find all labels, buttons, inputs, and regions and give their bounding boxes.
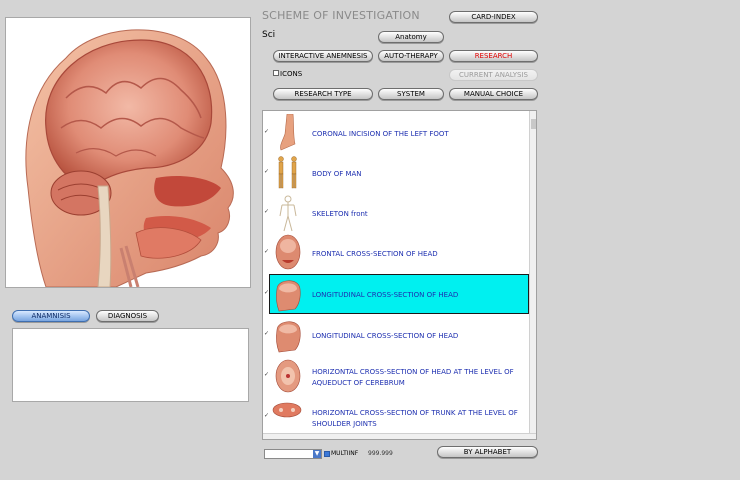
- list-item-label: FRONTAL CROSS-SECTION OF HEAD: [312, 250, 438, 258]
- head-sagittal-section-image: [25, 29, 234, 288]
- research-button[interactable]: RESEARCH: [449, 50, 538, 62]
- system-button[interactable]: SYSTEM: [378, 88, 444, 100]
- anatomy-button[interactable]: Anatomy: [378, 31, 444, 43]
- by-alphabet-button[interactable]: BY ALPHABET: [437, 446, 538, 458]
- list-item-label: CORONAL INCISION OF THE LEFT FOOT: [312, 130, 449, 138]
- list-horizontal-scrollbar[interactable]: [263, 433, 536, 439]
- dropdown-arrow-icon[interactable]: ▼: [313, 450, 321, 458]
- longitudinal-head-thumbnail-icon: [276, 280, 301, 312]
- list-item[interactable]: ✓ LONGITUDINAL CROSS-SECTION OF HEAD: [263, 315, 529, 355]
- horizontal-head-thumbnail-icon: [275, 359, 301, 393]
- list-item-label: LONGITUDINAL CROSS-SECTION OF HEAD: [312, 291, 459, 299]
- longitudinal-head-thumbnail-icon: [276, 321, 301, 353]
- scroll-thumb[interactable]: [531, 119, 536, 129]
- list-item[interactable]: ✓ FRONTAL CROSS-SECTION OF HEAD: [263, 233, 529, 273]
- current-analysis-button[interactable]: CURRENT ANALYSIS: [449, 69, 538, 81]
- foot-thumbnail-icon: [280, 114, 296, 151]
- check-icon: ✓: [264, 289, 270, 296]
- multiinf-label: MULTIINF: [331, 450, 359, 457]
- auto-therapy-button[interactable]: AUTO-THERAPY: [378, 50, 444, 62]
- list-item-label: BODY OF MAN: [312, 170, 362, 178]
- card-index-button[interactable]: CARD-INDEX: [449, 11, 538, 23]
- list-item-selected[interactable]: ✓ LONGITUDINAL CROSS-SECTION OF HEAD: [263, 274, 529, 314]
- value-readout: 999.999: [368, 450, 393, 457]
- list-item[interactable]: ✓ CORONAL INCISION OF THE LEFT FOOT: [263, 113, 529, 153]
- icons-label: ICONS: [280, 70, 303, 78]
- multiinf-checkbox[interactable]: [324, 451, 330, 457]
- list-item-label: HORIZONTAL CROSS-SECTION OF HEAD AT THE …: [312, 368, 514, 387]
- list-item[interactable]: ✓ HORIZONTAL CROSS-SECTION OF TRUNK AT T…: [263, 397, 529, 437]
- interactive-anamnesis-button[interactable]: INTERACTIVE ANEMNESIS: [273, 50, 373, 62]
- page-title: SCHEME OF INVESTIGATION: [262, 9, 420, 22]
- anamnesis-tab[interactable]: ANAMNISIS: [12, 310, 90, 322]
- list-item-label: LONGITUDINAL CROSS-SECTION OF HEAD: [312, 332, 459, 340]
- check-icon: ✓: [264, 208, 270, 215]
- check-icon: ✓: [264, 168, 270, 175]
- check-icon: ✓: [264, 248, 270, 255]
- anatomy-image-panel: [5, 17, 251, 288]
- frontal-head-thumbnail-icon: [275, 234, 301, 270]
- trunk-section-thumbnail-icon: [272, 402, 302, 418]
- list-item[interactable]: ✓ BODY OF MAN: [263, 153, 529, 193]
- skeleton-thumbnail-icon: [279, 195, 297, 232]
- list-item[interactable]: ✓ SKELETON front: [263, 193, 529, 233]
- diagnosis-tab[interactable]: DIAGNOSIS: [96, 310, 159, 322]
- check-icon: ✓: [264, 330, 270, 337]
- list-item-label: SKELETON front: [312, 210, 368, 218]
- research-type-button[interactable]: RESEARCH TYPE: [273, 88, 373, 100]
- list-item-label: HORIZONTAL CROSS-SECTION OF TRUNK AT THE…: [312, 409, 518, 428]
- check-icon: ✓: [264, 128, 270, 135]
- anamnesis-text-area[interactable]: [12, 328, 249, 402]
- icons-checkbox[interactable]: [273, 70, 279, 76]
- body-thumbnail-icon: [278, 156, 297, 189]
- manual-choice-button[interactable]: MANUAL CHOICE: [449, 88, 538, 100]
- research-list: ✓ CORONAL INCISION OF THE LEFT FOOT ✓ BO…: [262, 110, 537, 440]
- sci-label: Sci: [262, 30, 276, 40]
- check-icon: ✓: [264, 371, 270, 378]
- list-item[interactable]: ✓ HORIZONTAL CROSS-SECTION OF HEAD AT TH…: [263, 356, 529, 396]
- filter-dropdown[interactable]: ▼: [264, 449, 322, 459]
- list-vertical-scrollbar[interactable]: [529, 111, 536, 433]
